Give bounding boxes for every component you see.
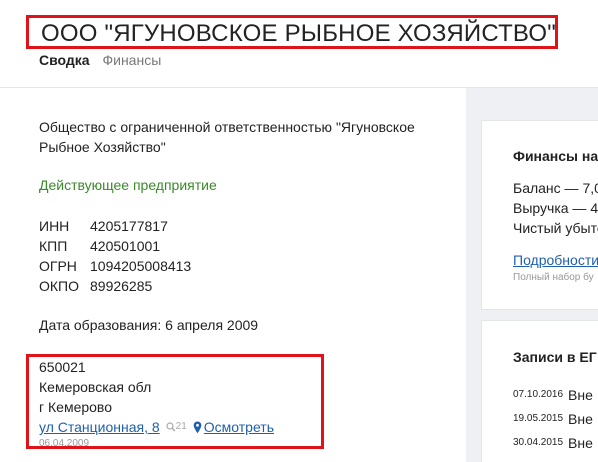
- title-highlight-box: ООО "ЯГУНОВСКОЕ РЫБНОЕ ХОЗЯЙСТВО": [26, 15, 558, 49]
- finances-details-link[interactable]: Подробности: [513, 252, 598, 268]
- finance-line-profit: Чистый убыто: [513, 220, 598, 236]
- company-status: Действующее предприятие: [39, 177, 217, 193]
- address-street-link[interactable]: ул Станционная, 8: [39, 417, 160, 437]
- code-value: 89926285: [90, 278, 153, 294]
- registry-entry-date: 19.05.2015: [513, 413, 564, 424]
- registry-list: 07.10.2016 Вне 19.05.2015 Вне 30.04.2015…: [513, 383, 593, 455]
- tab-bar: Сводка Финансы: [39, 52, 170, 68]
- code-row-kpp: КПП 420501001: [39, 236, 191, 256]
- company-address: 650021 Кемеровская обл г Кемерово ул Ста…: [39, 357, 274, 451]
- code-label: ОГРН: [39, 258, 77, 274]
- company-full-name: Общество с ограниченной ответственностью…: [39, 119, 415, 155]
- address-links: ул Станционная, 8 21 Осмотреть: [39, 417, 274, 437]
- registry-entry[interactable]: 07.10.2016 Вне: [513, 383, 593, 407]
- tab-finances[interactable]: Финансы: [102, 52, 161, 68]
- code-value: 420501001: [90, 238, 161, 254]
- map-pin-icon: [193, 421, 202, 433]
- address-date: 06.04.2009: [39, 438, 90, 449]
- address-search-count[interactable]: 21: [166, 417, 187, 437]
- code-row-ogrn: ОГРН 1094205008413: [39, 256, 191, 276]
- code-row-inn: ИНН 4205177817: [39, 216, 191, 236]
- page-header: ООО "ЯГУНОВСКОЕ РЫБНОЕ ХОЗЯЙСТВО" Сводка…: [0, 0, 598, 88]
- code-label: ОКПО: [39, 278, 79, 294]
- finances-lines: Баланс — 7,0 Выручка — 4 Чистый убыто: [513, 178, 598, 238]
- registry-entry[interactable]: 19.05.2015 Вне: [513, 407, 593, 431]
- registry-entry-text: Вне: [568, 411, 593, 427]
- finances-card: Финансы на Баланс — 7,0 Выручка — 4 Чист…: [481, 120, 598, 310]
- view-location-link[interactable]: Осмотреть: [193, 417, 274, 437]
- registry-entry[interactable]: 30.04.2015 Вне: [513, 431, 593, 455]
- code-label: КПП: [39, 238, 68, 254]
- finance-line-balance: Баланс — 7,0: [513, 180, 598, 196]
- registry-entry-text: Вне: [568, 387, 593, 403]
- company-summary-panel: Общество с ограниченной ответственностью…: [0, 88, 466, 462]
- page-title: ООО "ЯГУНОВСКОЕ РЫБНОЕ ХОЗЯЙСТВО": [41, 20, 556, 47]
- registry-card-title: Записи в ЕГ: [513, 349, 597, 365]
- address-city: г Кемерово: [39, 399, 112, 415]
- finance-line-revenue: Выручка — 4: [513, 200, 598, 216]
- code-value: 1094205008413: [90, 258, 192, 274]
- search-icon: [166, 422, 176, 432]
- search-count-value: 21: [175, 421, 187, 432]
- address-postcode: 650021: [39, 359, 86, 375]
- code-row-okpo: ОКПО 89926285: [39, 276, 191, 296]
- code-value: 4205177817: [90, 218, 168, 234]
- registry-entry-date: 30.04.2015: [513, 437, 564, 448]
- address-region: Кемеровская обл: [39, 379, 152, 395]
- registry-entry-date: 07.10.2016: [513, 389, 564, 400]
- registry-card: Записи в ЕГ 07.10.2016 Вне 19.05.2015 Вн…: [481, 320, 598, 462]
- tab-summary[interactable]: Сводка: [39, 52, 90, 68]
- view-link-label[interactable]: Осмотреть: [204, 417, 274, 437]
- registry-entry-text: Вне: [568, 435, 593, 451]
- founded-date: Дата образования: 6 апреля 2009: [39, 317, 259, 333]
- finances-note: Полный набор бу: [513, 272, 594, 283]
- finances-card-title: Финансы на: [513, 148, 598, 164]
- company-codes: ИНН 4205177817 КПП 420501001 ОГРН 109420…: [39, 216, 191, 296]
- code-label: ИНН: [39, 218, 70, 234]
